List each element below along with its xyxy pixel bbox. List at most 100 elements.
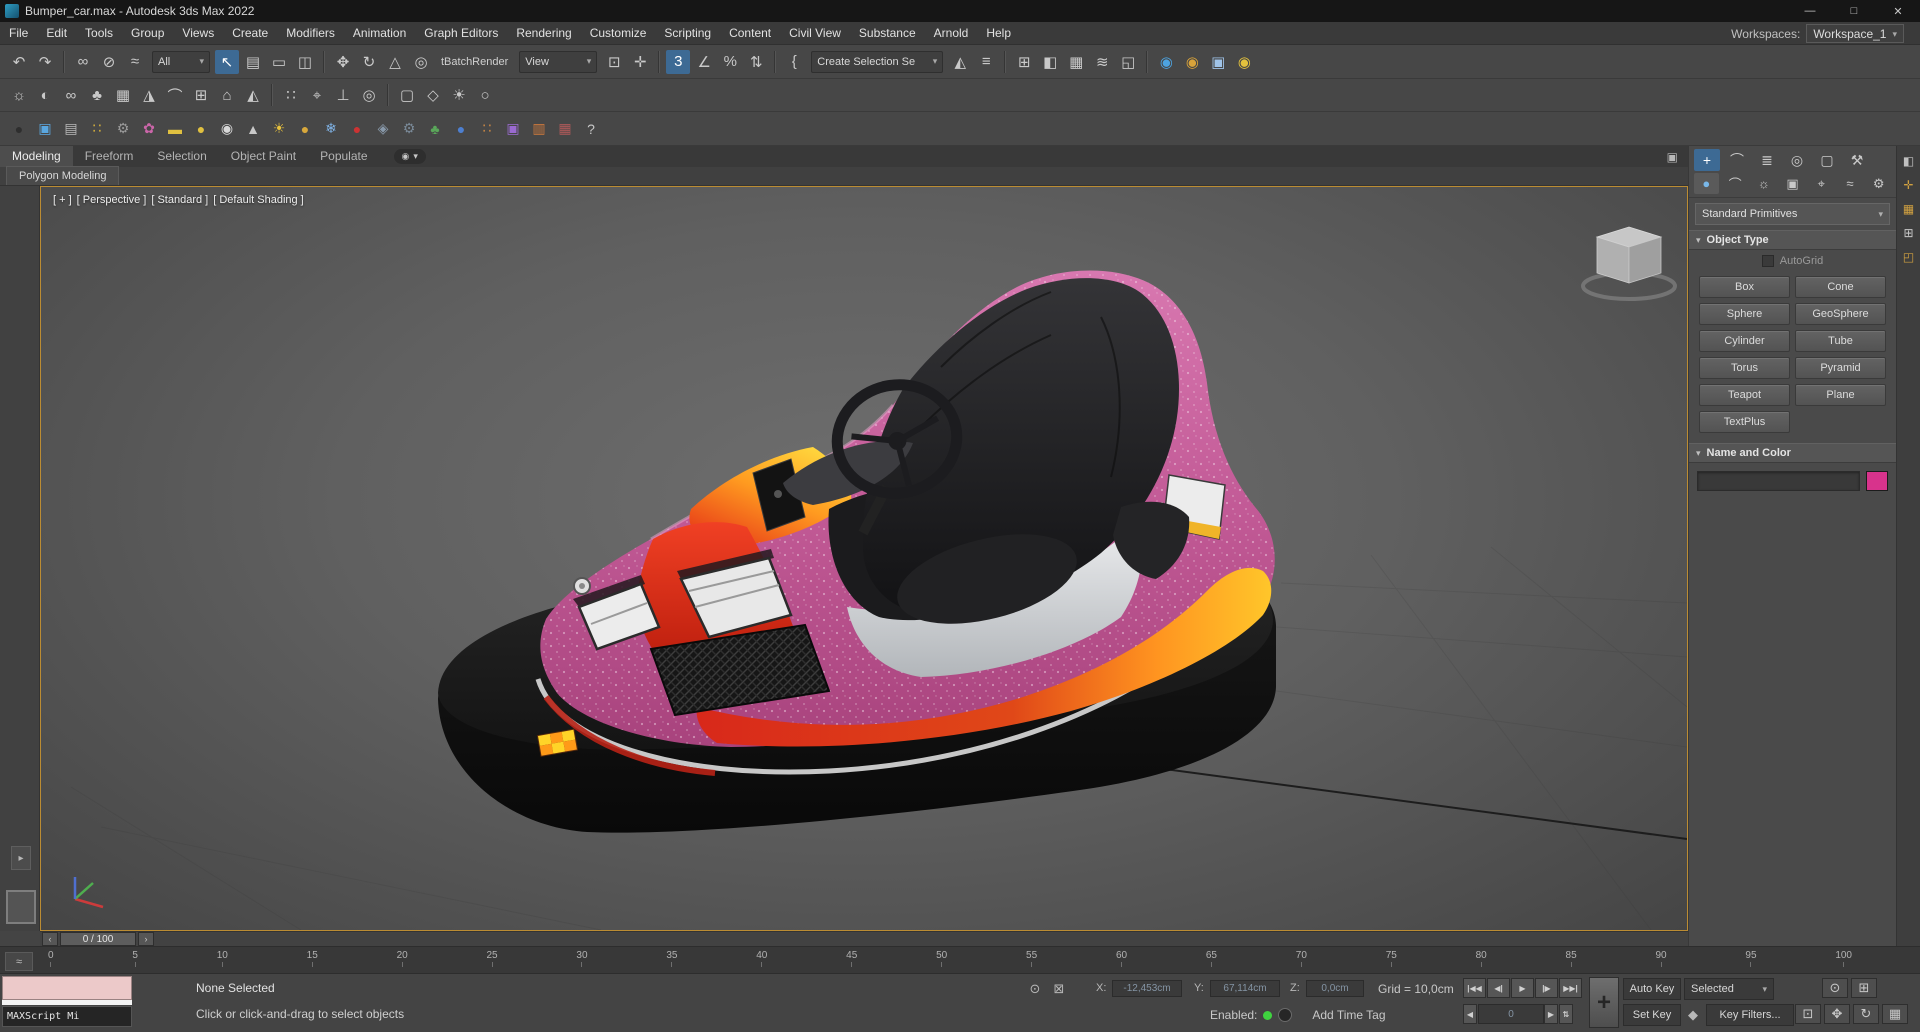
object-type-button[interactable]: Cone: [1795, 276, 1886, 298]
time-slider-handle[interactable]: 0 / 100: [60, 932, 136, 946]
flower-icon[interactable]: ✿: [137, 117, 161, 141]
go-to-start-button[interactable]: |◀◀: [1463, 978, 1486, 998]
frame-spinner[interactable]: ⇅: [1559, 1004, 1573, 1024]
cat-cameras-icon[interactable]: ▣: [1780, 173, 1805, 194]
scene-explorer-icon[interactable]: ⊞: [1012, 50, 1036, 74]
gears-icon[interactable]: ⚙: [111, 117, 135, 141]
previous-frame-button[interactable]: ◀|: [1487, 978, 1510, 998]
cat-systems-icon[interactable]: ⚙: [1866, 173, 1891, 194]
display-box-icon[interactable]: ▢: [395, 83, 419, 107]
percent-snap-icon[interactable]: %: [718, 50, 742, 74]
snowflake-icon[interactable]: ❄: [319, 117, 343, 141]
render-setup-icon[interactable]: ◉: [1180, 50, 1204, 74]
minimize-button[interactable]: —: [1788, 0, 1832, 22]
ribbon-minimize-icon[interactable]: ▣: [1667, 150, 1678, 164]
frame-next-button[interactable]: ▶: [1544, 1004, 1558, 1024]
menu-item[interactable]: Rendering: [507, 22, 580, 44]
cone-icon[interactable]: ▲: [241, 117, 265, 141]
bind-to-space-warp-icon[interactable]: ≈: [123, 50, 147, 74]
name-color-rollout-header[interactable]: ▾ Name and Color: [1689, 443, 1896, 463]
selection-filter-dropdown[interactable]: All ▾: [152, 50, 210, 73]
ladybug-icon[interactable]: ●: [345, 117, 369, 141]
snaps-toggle-icon[interactable]: 3: [666, 49, 691, 74]
tab-utilities-icon[interactable]: ⚒: [1844, 149, 1870, 171]
cat-geometry-icon[interactable]: ●: [1694, 173, 1719, 194]
mirror-tool-icon[interactable]: ◭: [241, 83, 265, 107]
cat-spacewarps-icon[interactable]: ≈: [1838, 173, 1863, 194]
autogrid-checkbox[interactable]: [1761, 255, 1774, 267]
film-icon[interactable]: ▥: [527, 117, 551, 141]
workspace-dropdown[interactable]: Workspace_1 ▾: [1806, 24, 1904, 43]
ribbon-tab[interactable]: Object Paint: [219, 146, 308, 167]
tab-display-icon[interactable]: ▢: [1814, 149, 1840, 171]
maxscript-mini-listener[interactable]: MAXScript Mi: [2, 1006, 132, 1027]
frame-back-arrow[interactable]: ‹: [42, 932, 58, 946]
angle-snap-icon[interactable]: ∠: [692, 50, 716, 74]
panel-dock-icon[interactable]: ◧: [1900, 152, 1918, 170]
frame-forward-arrow[interactable]: ›: [138, 932, 154, 946]
primitives-dropdown[interactable]: Standard Primitives ▾: [1695, 203, 1890, 225]
normal-align-icon[interactable]: ⊥: [331, 83, 355, 107]
tab-create-icon[interactable]: +: [1694, 149, 1720, 171]
point-light-icon[interactable]: ☼: [7, 83, 31, 107]
object-type-button[interactable]: Plane: [1795, 384, 1886, 406]
measure-distance-icon[interactable]: ⌖: [305, 83, 329, 107]
unlink-selection-icon[interactable]: ⊘: [97, 50, 121, 74]
select-and-place-icon[interactable]: ◎: [409, 50, 433, 74]
menu-item[interactable]: Modifiers: [277, 22, 344, 44]
tab-modify-icon[interactable]: ⌒: [1724, 149, 1750, 171]
listener-field[interactable]: [2, 1000, 132, 1005]
enabled-status-dot[interactable]: [1263, 1010, 1273, 1020]
track-bar[interactable]: ≈ 0 5 10 15 20 25 30 35 40 45 50 55 60 65 70 75 80 85 90 95…: [0, 946, 1920, 974]
select-and-move-icon[interactable]: ✥: [331, 50, 355, 74]
viewport-label-segment[interactable]: [ Standard ]: [151, 194, 208, 206]
arc-icon[interactable]: ⌒: [163, 83, 187, 107]
plant-icon[interactable]: ♣: [423, 117, 447, 141]
menu-item[interactable]: Group: [122, 22, 173, 44]
key-filters-button[interactable]: Key Filters...: [1706, 1004, 1794, 1026]
pan-icon[interactable]: ✥: [1824, 1004, 1850, 1024]
tab-motion-icon[interactable]: ◎: [1784, 149, 1810, 171]
ribbon-toggle-icon[interactable]: ▦: [1064, 50, 1088, 74]
menu-item[interactable]: Arnold: [925, 22, 978, 44]
isolate-selection-icon[interactable]: ⊙: [1026, 980, 1044, 998]
object-name-input[interactable]: [1697, 471, 1860, 491]
wireframe-icon[interactable]: ◇: [421, 83, 445, 107]
close-button[interactable]: ✕: [1876, 0, 1920, 22]
window-purple-icon[interactable]: ▣: [501, 117, 525, 141]
help-icon[interactable]: ?: [579, 117, 603, 141]
menu-item[interactable]: Help: [977, 22, 1020, 44]
object-type-button[interactable]: Tube: [1795, 330, 1886, 352]
menu-item[interactable]: Animation: [344, 22, 415, 44]
align-icon[interactable]: ≡: [974, 50, 998, 74]
object-type-button[interactable]: Pyramid: [1795, 357, 1886, 379]
object-type-button[interactable]: TextPlus: [1699, 411, 1790, 433]
diamond-icon[interactable]: ◈: [371, 117, 395, 141]
menu-item[interactable]: Substance: [850, 22, 925, 44]
selection-lock-icon[interactable]: ⊠: [1050, 980, 1068, 998]
reference-coordinate-dropdown[interactable]: View ▾: [519, 50, 598, 73]
sun-icon[interactable]: ☀: [267, 117, 291, 141]
select-and-manipulate-icon[interactable]: ✛: [628, 50, 652, 74]
tab-hierarchy-icon[interactable]: ≣: [1754, 149, 1780, 171]
y-coordinate-field[interactable]: 67,114cm: [1210, 980, 1280, 997]
maximize-viewport-icon[interactable]: ▦: [1882, 1004, 1908, 1024]
object-color-swatch[interactable]: [1866, 471, 1888, 491]
strip-window-icon[interactable]: ⊞: [1900, 224, 1918, 242]
next-frame-button[interactable]: |▶: [1535, 978, 1558, 998]
strip-grid-icon[interactable]: ▦: [1900, 200, 1918, 218]
viewcube[interactable]: [1581, 226, 1677, 301]
x-coordinate-field[interactable]: -12,453cm: [1112, 980, 1182, 997]
ribbon-tab[interactable]: Selection: [145, 146, 218, 167]
menu-item[interactable]: Graph Editors: [415, 22, 507, 44]
menu-item[interactable]: Views: [173, 22, 223, 44]
cat-helpers-icon[interactable]: ⌖: [1809, 173, 1834, 194]
object-type-button[interactable]: Box: [1699, 276, 1790, 298]
sphere-helper-icon[interactable]: ○: [473, 83, 497, 107]
spinner-snap-icon[interactable]: ⇅: [744, 50, 768, 74]
object-type-rollout-header[interactable]: ▾ Object Type: [1689, 230, 1896, 250]
set-keys-button[interactable]: +: [1589, 977, 1619, 1028]
ribbon-options-button[interactable]: ◉ ▾: [393, 149, 426, 164]
object-type-button[interactable]: Torus: [1699, 357, 1790, 379]
object-type-button[interactable]: GeoSphere: [1795, 303, 1886, 325]
